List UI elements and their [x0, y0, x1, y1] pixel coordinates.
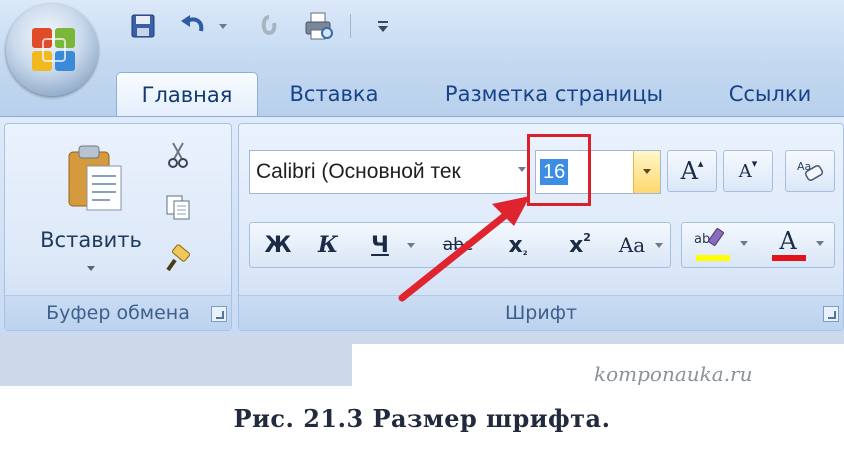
undo-icon — [181, 15, 204, 32]
shrink-caret: ▾ — [751, 156, 758, 170]
watermark: komponauka.ru — [594, 362, 753, 386]
title-bar — [0, 0, 844, 52]
subscript-glyph: x — [508, 232, 523, 258]
redo-icon — [261, 15, 277, 36]
highlighter-icon: ab — [694, 228, 724, 247]
tab-insert[interactable]: Вставка — [272, 72, 396, 116]
eraser-icon: Aa — [797, 160, 824, 181]
chevron-down-icon — [87, 266, 95, 271]
underline-button[interactable]: Ч — [360, 225, 400, 265]
tab-page-layout[interactable]: Разметка страницы — [426, 72, 682, 116]
format-buttons-strip: Ж К Ч abc x₂ x2 Aa — [249, 222, 671, 268]
chevron-down-icon — [655, 242, 663, 248]
tab-home[interactable]: Главная — [116, 72, 258, 117]
grow-font-icon: A — [680, 157, 698, 185]
figure-caption: Рис. 21.3 Размер шрифта. — [233, 403, 611, 433]
format-painter-icon — [166, 244, 191, 272]
clipboard-dialog-launcher[interactable] — [211, 306, 227, 322]
office-logo-icon — [32, 28, 75, 71]
underline-dropdown[interactable] — [404, 225, 418, 265]
superscript-mini: 2 — [583, 230, 591, 244]
clipboard-group: Вставить Буфер обмена — [4, 123, 232, 331]
print-preview-icon — [305, 12, 333, 40]
strikethrough-button[interactable]: abc — [430, 225, 486, 265]
clipboard-group-label: Буфер обмена — [5, 295, 231, 330]
change-case-button[interactable]: Aa — [612, 225, 652, 265]
font-size-dropdown[interactable] — [633, 151, 660, 193]
chevron-down-icon — [219, 23, 227, 29]
highlight-color-bar — [696, 255, 730, 261]
toolbar-separator — [344, 10, 356, 42]
ribbon: Вставить Буфер обмена Calibri (Основной … — [0, 116, 844, 335]
tab-references[interactable]: Ссылки — [708, 72, 832, 116]
grow-caret: ▴ — [697, 156, 704, 170]
superscript-glyph: x — [569, 232, 584, 258]
format-painter-button[interactable] — [161, 242, 195, 276]
bold-button[interactable]: Ж — [258, 225, 298, 265]
chevron-down-icon — [740, 241, 748, 246]
change-case-dropdown[interactable] — [652, 225, 666, 265]
shrink-font-icon: A — [738, 160, 752, 182]
paste-label: Вставить — [40, 228, 142, 252]
save-button[interactable] — [126, 10, 160, 42]
font-group: Calibri (Основной тек 16 A ▴ A ▾ Aa Ж К … — [238, 123, 844, 331]
superscript-button[interactable]: x2 — [556, 225, 604, 265]
color-buttons-strip: ab A — [681, 222, 835, 268]
ribbon-tabs: Главная Вставка Разметка страницы Ссылки — [0, 52, 844, 117]
italic-button[interactable]: К — [308, 225, 348, 265]
customize-toolbar-icon — [378, 21, 388, 32]
scissors-icon — [168, 142, 188, 168]
text-highlight-dropdown[interactable] — [740, 241, 748, 246]
shrink-font-button[interactable]: A ▾ — [723, 150, 773, 192]
office-button[interactable] — [6, 4, 98, 96]
paste-button[interactable]: Вставить — [29, 136, 153, 286]
clear-formatting-button[interactable]: Aa — [785, 150, 835, 192]
subscript-button[interactable]: x₂ — [494, 225, 542, 265]
svg-text:ab: ab — [694, 232, 710, 247]
grow-font-button[interactable]: A ▴ — [667, 150, 717, 192]
chevron-down-icon[interactable] — [518, 167, 526, 172]
print-preview-button[interactable] — [300, 10, 338, 42]
font-name-value: Calibri (Основной тек — [256, 160, 461, 183]
chevron-down-icon — [816, 241, 824, 246]
customize-toolbar-button[interactable] — [370, 10, 396, 42]
font-color-bar — [772, 255, 806, 261]
chevron-down-icon — [407, 242, 415, 248]
undo-dropdown[interactable] — [214, 10, 232, 42]
copy-icon — [166, 195, 190, 220]
word-window: Главная Вставка Разметка страницы Ссылки… — [0, 0, 844, 452]
cut-button[interactable] — [161, 138, 195, 172]
subscript-mini: ₂ — [522, 244, 528, 258]
text-highlight-button[interactable]: ab — [690, 225, 734, 265]
undo-button[interactable] — [176, 10, 210, 42]
paste-icon — [68, 145, 122, 211]
font-size-highlight-frame — [527, 134, 591, 206]
font-group-label: Шрифт — [239, 295, 843, 330]
copy-button[interactable] — [161, 190, 195, 224]
font-color-dropdown[interactable] — [816, 241, 824, 246]
font-dialog-launcher[interactable] — [823, 306, 839, 322]
font-color-button[interactable]: A — [766, 225, 810, 265]
font-name-combobox[interactable]: Calibri (Основной тек — [249, 150, 529, 194]
save-icon — [131, 14, 155, 38]
redo-button[interactable] — [254, 10, 284, 42]
